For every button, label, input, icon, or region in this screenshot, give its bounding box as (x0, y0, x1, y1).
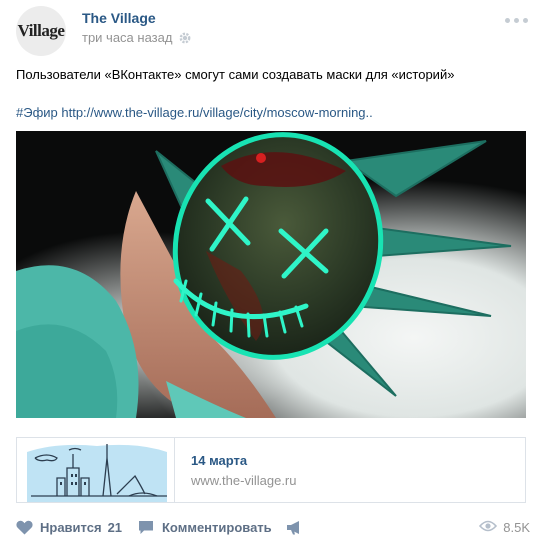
post-link[interactable]: #Эфир http://www.the-village.ru/village/… (16, 104, 373, 121)
avatar[interactable]: Village (16, 6, 66, 56)
like-count: 21 (107, 519, 123, 535)
like-button[interactable]: Нравится 21 (16, 517, 122, 537)
post-author[interactable]: The Village (82, 10, 156, 26)
comment-icon (138, 520, 154, 535)
wall-post: Village The Village три часа назад Польз… (0, 0, 546, 543)
post-actions: Нравится 21 Комментировать 8.5K (16, 517, 530, 539)
views-counter: 8.5K (479, 517, 530, 537)
snippet-thumbnail[interactable] (17, 438, 175, 502)
post-time-row: три часа назад (82, 30, 192, 45)
comment-button[interactable]: Комментировать (138, 517, 272, 537)
snippet-title[interactable]: 14 марта (191, 453, 247, 468)
post-text: Пользователи «ВКонтакте» смогут сами соз… (16, 67, 455, 82)
post-photo[interactable] (16, 131, 526, 418)
snippet-domain: www.the-village.ru (191, 473, 297, 488)
views-count: 8.5K (503, 519, 530, 535)
heart-icon (16, 520, 33, 535)
like-label: Нравится (40, 519, 102, 535)
more-icon[interactable] (505, 18, 528, 23)
post-time[interactable]: три часа назад (82, 30, 172, 45)
share-icon (286, 520, 303, 535)
share-button[interactable] (286, 517, 303, 537)
comment-label: Комментировать (162, 519, 272, 535)
link-snippet[interactable]: 14 марта www.the-village.ru (16, 437, 526, 503)
avatar-logo-text: Village (17, 21, 65, 40)
eye-icon (479, 520, 498, 535)
gear-icon[interactable] (178, 31, 192, 45)
